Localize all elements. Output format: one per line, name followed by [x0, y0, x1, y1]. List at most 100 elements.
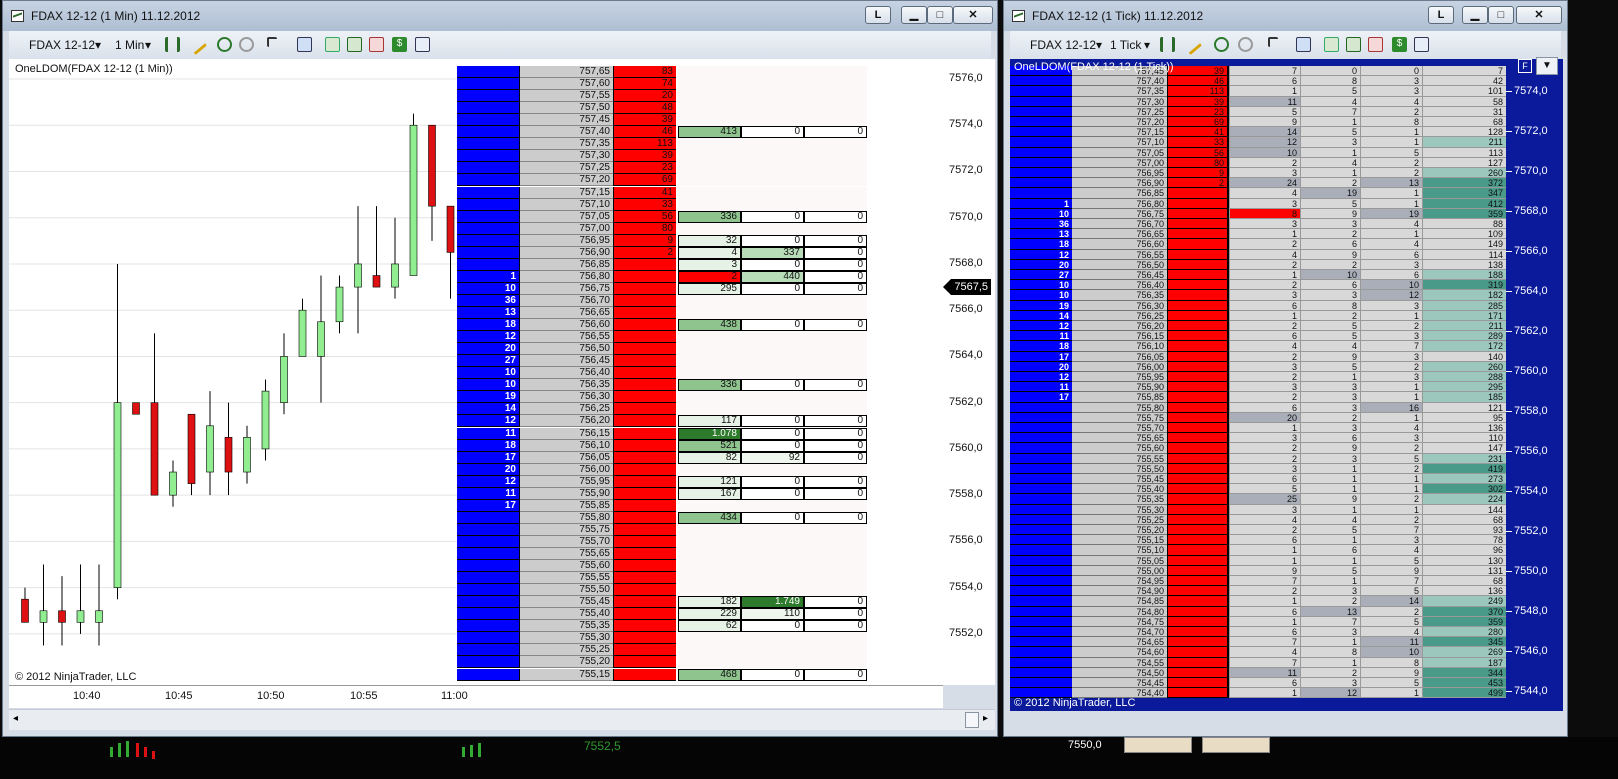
price-cell[interactable]: 755,00 — [1072, 565, 1167, 576]
scroll-right-icon[interactable]: ▸ — [983, 713, 988, 724]
price-cell[interactable]: 755,20 — [520, 656, 613, 669]
price-cell[interactable]: 755,45 — [1072, 474, 1167, 485]
price-cell[interactable]: 755,45 — [520, 596, 613, 609]
price-cell[interactable]: 755,90 — [520, 487, 613, 500]
price-cell[interactable]: 755,25 — [520, 644, 613, 657]
instrument-selector[interactable]: FDAX 12-12 — [29, 38, 95, 52]
price-cell[interactable]: 754,45 — [1072, 678, 1167, 689]
price-cell[interactable]: 756,60 — [520, 319, 613, 332]
price-cell[interactable]: 757,40 — [1072, 76, 1167, 87]
price-cell[interactable]: 756,90 — [520, 246, 613, 259]
price-cell[interactable]: 754,90 — [1072, 586, 1167, 597]
strategy-icon[interactable] — [325, 37, 340, 52]
price-cell[interactable]: 754,50 — [1072, 667, 1167, 678]
filter-button[interactable]: F — [1518, 59, 1532, 73]
price-cell[interactable]: 757,00 — [1072, 157, 1167, 168]
price-cell[interactable]: 757,60 — [520, 78, 613, 91]
interval-dropdown-icon[interactable]: ▾ — [145, 38, 151, 52]
price-cell[interactable]: 755,40 — [520, 608, 613, 621]
minimize-button[interactable]: ▁ — [901, 6, 927, 24]
price-cell[interactable]: 755,80 — [520, 511, 613, 524]
price-cell[interactable]: 756,10 — [520, 439, 613, 452]
price-cell[interactable]: 757,25 — [520, 162, 613, 175]
price-cell[interactable]: 755,65 — [520, 548, 613, 561]
title-bar[interactable]: FDAX 12-12 (1 Min) 11.12.2012 L ▁ □ ✕ — [3, 1, 997, 31]
price-cell[interactable]: 756,85 — [1072, 188, 1167, 199]
price-cell[interactable]: 756,15 — [1072, 331, 1167, 342]
title-bar[interactable]: FDAX 12-12 (1 Tick) 11.12.2012 L ▁ □ ✕ — [1004, 1, 1567, 31]
price-cell[interactable]: 756,30 — [1072, 300, 1167, 311]
price-cell[interactable]: 754,70 — [1072, 627, 1167, 638]
instrument-selector[interactable]: FDAX 12-12 — [1030, 38, 1096, 52]
price-cell[interactable]: 755,35 — [520, 620, 613, 633]
price-cell[interactable]: 757,65 — [520, 66, 613, 79]
price-cell[interactable]: 756,25 — [1072, 310, 1167, 321]
tick-chart-area[interactable]: 757,45 39 7 0 0 7 757,40 46 6 8 3 42 757,35 113 1 5 3 101… — [1010, 59, 1506, 711]
global-crosshair-icon[interactable] — [1238, 37, 1253, 52]
price-cell[interactable]: 754,95 — [1072, 576, 1167, 587]
taskbar-button-1[interactable] — [1124, 737, 1192, 753]
price-cell[interactable]: 757,25 — [1072, 106, 1167, 117]
price-cell[interactable]: 755,10 — [1072, 545, 1167, 556]
price-cell[interactable]: 757,00 — [520, 222, 613, 235]
price-chart-area[interactable]: OneLDOM(FDAX 12-12 (1 Min)) © 2012 Ninja… — [9, 59, 943, 685]
price-cell[interactable]: 755,75 — [1072, 412, 1167, 423]
horizontal-scrollbar[interactable]: ◂ ▸ — [9, 709, 995, 730]
price-cell[interactable]: 755,60 — [520, 560, 613, 573]
price-cell[interactable]: 755,55 — [1072, 453, 1167, 464]
price-cell[interactable]: 754,55 — [1072, 657, 1167, 668]
price-cell[interactable]: 757,20 — [520, 174, 613, 187]
price-cell[interactable]: 756,80 — [1072, 198, 1167, 209]
price-cell[interactable]: 755,60 — [1072, 443, 1167, 454]
properties-icon[interactable] — [415, 37, 430, 52]
price-cell[interactable]: 757,20 — [1072, 117, 1167, 128]
price-cell[interactable]: 756,15 — [520, 427, 613, 440]
dollar-icon[interactable]: $ — [1392, 37, 1407, 52]
price-cell[interactable]: 755,25 — [1072, 514, 1167, 525]
zoom-icon[interactable] — [1296, 37, 1311, 52]
menu-dropdown-button[interactable]: ▼ — [1536, 57, 1558, 75]
price-cell[interactable]: 755,20 — [1072, 525, 1167, 536]
crosshair-icon[interactable] — [1214, 37, 1229, 52]
price-cell[interactable]: 756,70 — [520, 294, 613, 307]
price-cell[interactable]: 756,20 — [520, 415, 613, 428]
price-cell[interactable]: 755,80 — [1072, 402, 1167, 413]
price-cell[interactable]: 756,25 — [520, 403, 613, 416]
price-cell[interactable]: 757,35 — [520, 138, 613, 151]
price-cell[interactable]: 756,45 — [520, 355, 613, 368]
price-cell[interactable]: 756,40 — [520, 367, 613, 380]
price-cell[interactable]: 756,85 — [520, 258, 613, 271]
price-cell[interactable]: 756,35 — [1072, 290, 1167, 301]
price-cell[interactable]: 755,85 — [520, 499, 613, 512]
price-cell[interactable]: 757,15 — [520, 186, 613, 199]
close-button[interactable]: ✕ — [953, 6, 993, 24]
pencil-drawing-icon[interactable] — [185, 33, 208, 56]
link-button[interactable]: L — [1428, 6, 1454, 24]
price-cell[interactable]: 756,90 — [1072, 178, 1167, 189]
price-cell[interactable]: 755,30 — [1072, 504, 1167, 515]
price-cell[interactable]: 756,55 — [520, 331, 613, 344]
price-cell[interactable]: 755,75 — [520, 523, 613, 536]
price-cell[interactable]: 757,05 — [520, 210, 613, 223]
price-cell[interactable]: 755,55 — [520, 572, 613, 585]
price-cell[interactable]: 756,10 — [1072, 341, 1167, 352]
price-cell[interactable]: 755,95 — [520, 475, 613, 488]
indicator-icon[interactable] — [1346, 37, 1361, 52]
price-cell[interactable]: 755,15 — [520, 668, 613, 681]
price-cell[interactable]: 756,45 — [1072, 270, 1167, 281]
price-cell[interactable]: 755,50 — [1072, 463, 1167, 474]
price-cell[interactable]: 757,05 — [1072, 147, 1167, 158]
zoom-icon[interactable] — [297, 37, 312, 52]
price-cell[interactable]: 755,85 — [1072, 392, 1167, 403]
price-cell[interactable]: 756,35 — [520, 379, 613, 392]
price-cell[interactable]: 757,45 — [520, 114, 613, 127]
price-cell[interactable]: 754,85 — [1072, 596, 1167, 607]
global-crosshair-icon[interactable] — [239, 37, 254, 52]
price-cell[interactable]: 756,65 — [520, 307, 613, 320]
instrument-dropdown-icon[interactable]: ▾ — [95, 38, 101, 52]
price-cell[interactable]: 755,05 — [1072, 555, 1167, 566]
dollar-icon[interactable]: $ — [392, 37, 407, 52]
price-cell[interactable]: 755,70 — [520, 535, 613, 548]
price-cell[interactable]: 755,90 — [1072, 382, 1167, 393]
scroll-thumb[interactable] — [965, 712, 979, 728]
